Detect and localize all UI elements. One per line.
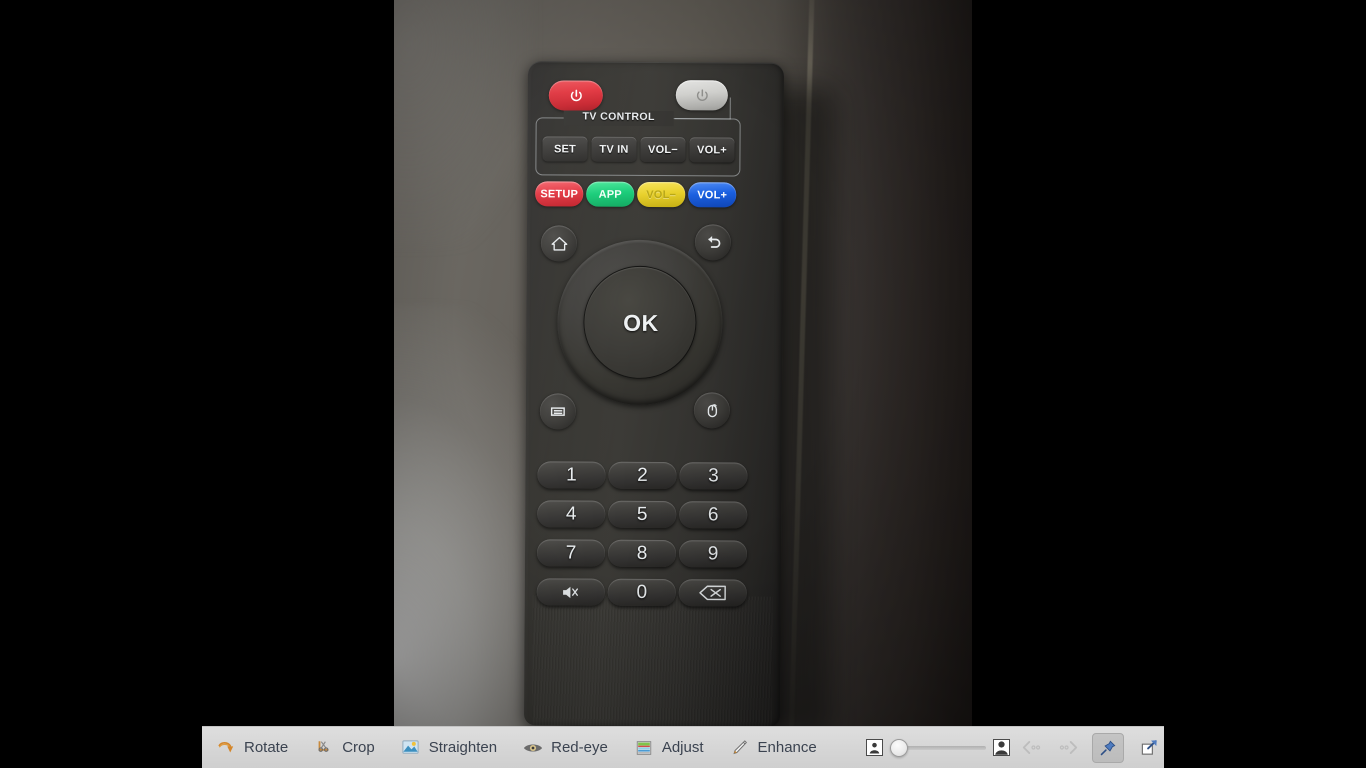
red-eye-tool-button[interactable]: Red-eye xyxy=(510,727,621,768)
straighten-tool-label: Straighten xyxy=(428,739,498,756)
zoom-slider-thumb[interactable] xyxy=(890,738,908,757)
rotate-tool-label: Rotate xyxy=(244,739,289,756)
photo-editor-window: TV CONTROL SET TV IN VOL− VOL+ SETUP APP… xyxy=(0,0,1366,768)
pushpin-icon xyxy=(1100,740,1116,755)
crop-tool-button[interactable]: Crop xyxy=(301,727,388,768)
zoom-slider-group[interactable] xyxy=(860,738,1016,757)
pin-toolbar-button[interactable] xyxy=(1092,732,1124,763)
rotate-icon xyxy=(216,738,236,758)
editing-toolbar: Rotate Crop Straighten Red-eye Adjust En… xyxy=(202,726,1164,768)
next-image-icon xyxy=(1059,741,1078,754)
previous-image-icon xyxy=(1022,741,1041,754)
adjust-tool-label: Adjust xyxy=(661,739,704,756)
rotate-tool-button[interactable]: Rotate xyxy=(202,727,301,768)
adjust-tool-button[interactable]: Adjust xyxy=(621,727,717,768)
straighten-tool-button[interactable]: Straighten xyxy=(388,727,510,768)
crop-scissors-icon xyxy=(314,738,334,758)
enhance-tool-label: Enhance xyxy=(757,739,817,756)
red-eye-icon xyxy=(523,738,543,758)
adjust-levels-icon xyxy=(634,738,654,758)
enhance-wand-icon xyxy=(730,738,750,758)
crop-tool-label: Crop xyxy=(342,739,375,756)
zoom-out-person-icon[interactable] xyxy=(866,739,883,756)
photo-canvas[interactable]: TV CONTROL SET TV IN VOL− VOL+ SETUP APP… xyxy=(0,0,1366,726)
photo-vignette xyxy=(394,0,972,726)
open-external-icon xyxy=(1141,740,1157,755)
next-image-button[interactable] xyxy=(1052,735,1082,761)
enhance-tool-button[interactable]: Enhance xyxy=(717,727,830,768)
straighten-icon xyxy=(401,738,421,758)
red-eye-tool-label: Red-eye xyxy=(551,739,608,756)
zoom-slider[interactable] xyxy=(890,738,986,757)
zoom-in-person-icon[interactable] xyxy=(993,739,1010,756)
photo-image[interactable]: TV CONTROL SET TV IN VOL− VOL+ SETUP APP… xyxy=(394,0,972,726)
previous-image-button[interactable] xyxy=(1018,735,1048,761)
open-external-button[interactable] xyxy=(1134,733,1164,763)
